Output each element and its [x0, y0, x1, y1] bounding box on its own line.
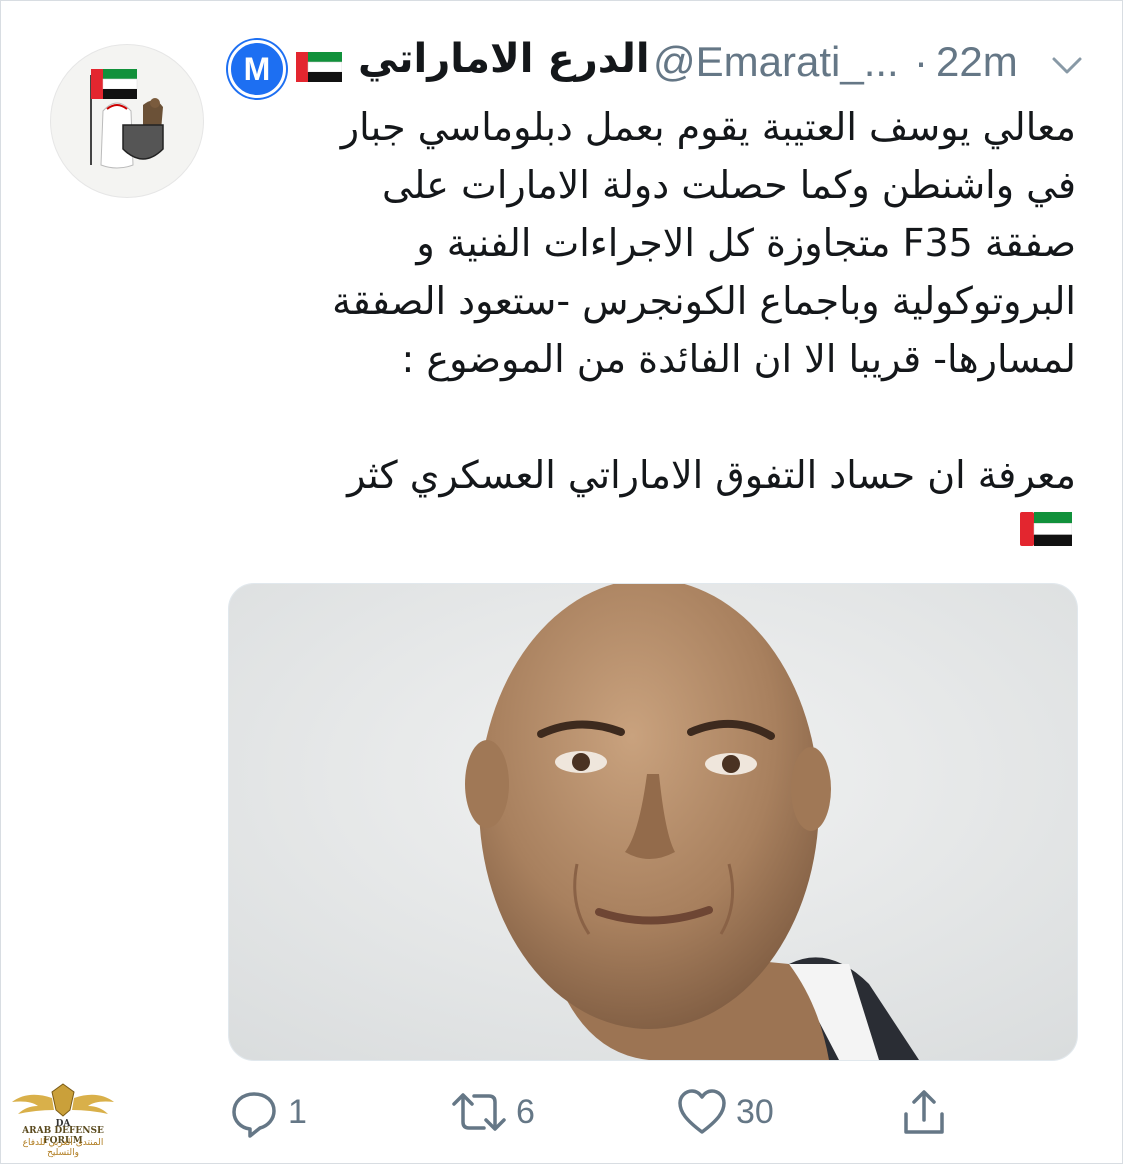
uae-flag-emoji-icon [1020, 512, 1073, 550]
reply-button[interactable]: 1 [228, 1082, 307, 1142]
uae-flag-icon [296, 52, 343, 86]
m-badge-icon: M [228, 40, 286, 98]
forum-watermark: DA ARAB DEFENSE FORUM المنتدى العربي للد… [8, 1080, 118, 1160]
tweet-header: M الدرع الاماراتي @Emarati_... · 22m [228, 34, 1088, 98]
tweet-timestamp[interactable]: 22m [936, 38, 1018, 86]
like-button[interactable]: 30 [676, 1082, 774, 1142]
profile-avatar[interactable] [50, 44, 204, 198]
watermark-title-ar: المنتدى العربي للدفاع والتسليح [22, 1138, 104, 1158]
user-handle[interactable]: @Emarati_... [653, 38, 899, 86]
retweet-button[interactable]: 6 [450, 1082, 535, 1142]
reply-icon [228, 1086, 280, 1138]
share-button[interactable] [898, 1082, 950, 1142]
retweet-icon [450, 1086, 508, 1138]
tweet-media-image[interactable] [228, 583, 1078, 1061]
header-separator: · [914, 38, 928, 85]
display-name[interactable]: الدرع الاماراتي [358, 36, 650, 82]
like-count: 30 [736, 1092, 774, 1131]
heart-icon [676, 1086, 728, 1138]
reply-count: 1 [288, 1092, 307, 1131]
retweet-count: 6 [516, 1092, 535, 1131]
winged-logo-icon: DA [12, 1083, 114, 1129]
tweet-text: معالي يوسف العتيبة يقوم بعمل دبلوماسي جب… [332, 105, 1076, 497]
share-icon [898, 1086, 950, 1138]
tweet-action-bar: 1 6 30 [228, 1082, 1076, 1142]
chevron-down-icon[interactable] [1048, 50, 1086, 80]
